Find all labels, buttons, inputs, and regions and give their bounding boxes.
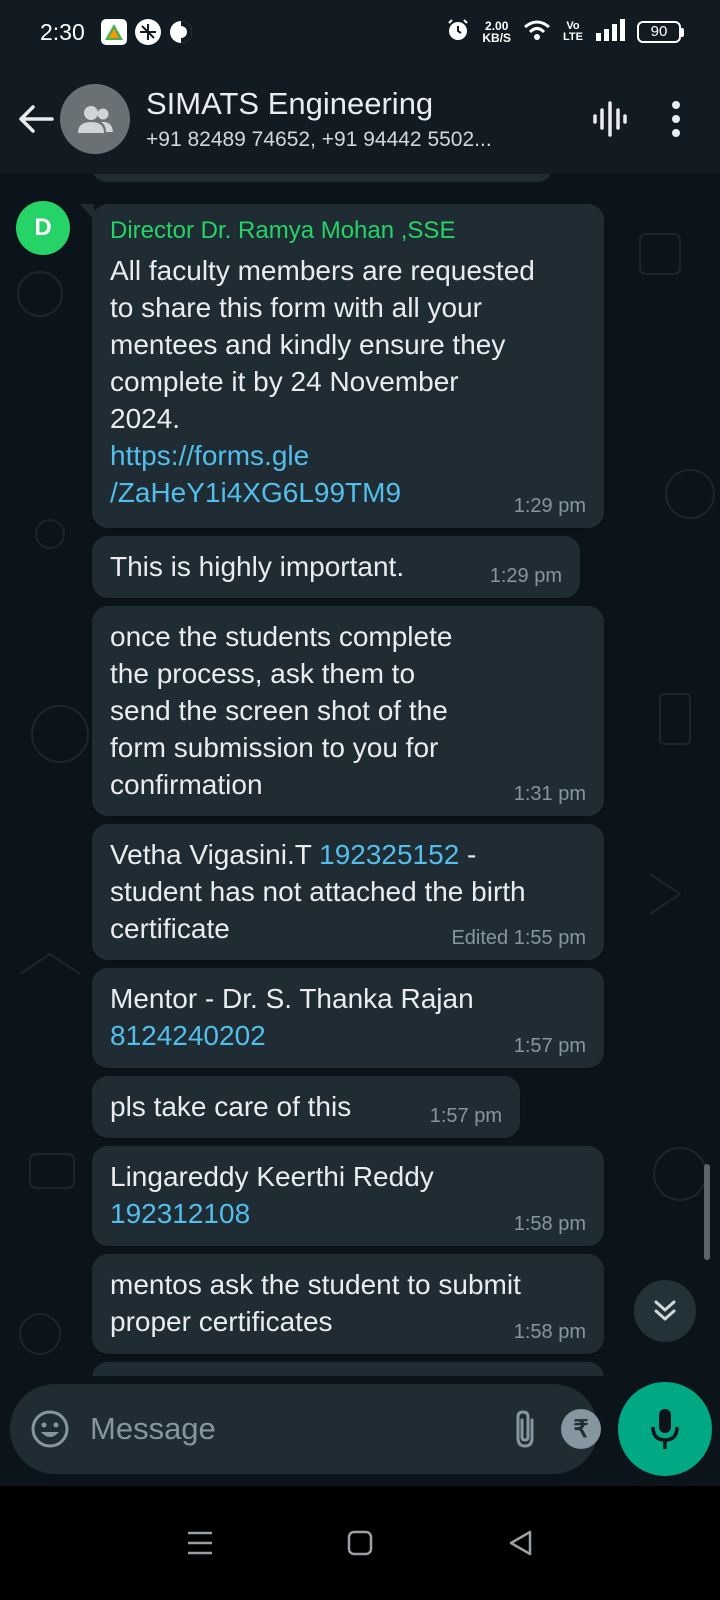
sender-name[interactable]: Director Dr. Ramya Mohan ,SSE bbox=[110, 216, 586, 246]
wifi-icon bbox=[523, 19, 551, 46]
scrollbar[interactable] bbox=[704, 1164, 710, 1260]
back-nav-button[interactable] bbox=[490, 1513, 550, 1573]
message-link[interactable]: 192325152 bbox=[319, 839, 459, 870]
audio-wave-icon bbox=[593, 101, 627, 137]
battery-icon: 90 bbox=[637, 21, 684, 43]
status-time: 2:30 bbox=[40, 18, 85, 45]
message-bubble[interactable]: pls take care of this 1:57 pm bbox=[92, 1076, 520, 1138]
voice-chat-button[interactable] bbox=[586, 95, 634, 143]
app-notification-icon bbox=[134, 19, 161, 45]
message-time: 1:29 pm bbox=[513, 495, 586, 517]
back-button[interactable] bbox=[16, 99, 56, 139]
composer: ₹ bbox=[0, 1376, 720, 1486]
chat-info[interactable]: SIMATS Engineering +91 82489 74652, +91 … bbox=[146, 86, 568, 152]
previous-message bbox=[92, 174, 552, 182]
double-chevron-down-icon bbox=[654, 1300, 676, 1321]
message-bubble[interactable]: Lingareddy Keerthi Reddy 192312108 1:58 … bbox=[92, 1146, 604, 1246]
status-bar: 2:30 2.00 KB/S Vo LTE 90 bbox=[0, 0, 720, 64]
message-list[interactable]: D Director Dr. Ramya Mohan ,SSE All facu… bbox=[0, 174, 720, 1392]
payment-button[interactable]: ₹ bbox=[561, 1405, 601, 1453]
notification-icons bbox=[100, 19, 193, 45]
message-input[interactable] bbox=[90, 1411, 489, 1447]
message-time: 1:57 pm bbox=[513, 1035, 586, 1057]
menu-icon bbox=[188, 1531, 212, 1555]
group-icon bbox=[78, 106, 113, 133]
more-vertical-icon bbox=[672, 101, 680, 137]
message-text: All faculty members are requested to sha… bbox=[110, 255, 535, 434]
group-name: SIMATS Engineering bbox=[146, 86, 434, 121]
network-speed: 2.00 KB/S bbox=[482, 19, 512, 45]
app-notification-icon bbox=[169, 20, 193, 44]
rupee-icon: ₹ bbox=[561, 1409, 601, 1449]
more-options-button[interactable] bbox=[652, 95, 700, 143]
system-navigation-bar bbox=[0, 1486, 720, 1600]
app-notification-icon bbox=[100, 19, 127, 45]
message-bubble[interactable]: This is highly important. 1:29 pm bbox=[92, 536, 580, 598]
recent-apps-button[interactable] bbox=[170, 1513, 230, 1573]
message-box: ₹ bbox=[10, 1384, 663, 1474]
voice-message-button[interactable] bbox=[618, 1382, 712, 1476]
group-avatar[interactable] bbox=[60, 84, 130, 154]
system-status: 2.00 KB/S Vo LTE 90 bbox=[446, 18, 684, 47]
message-bubble[interactable]: Mentor - Dr. S. Thanka Rajan 8124240202 … bbox=[92, 968, 604, 1068]
message-bubble[interactable]: Vetha Vigasini.T 192325152 - student has… bbox=[92, 824, 604, 960]
paperclip-icon bbox=[516, 1410, 534, 1448]
chat-header: SIMATS Engineering +91 82489 74652, +91 … bbox=[0, 64, 720, 174]
microphone-icon bbox=[651, 1409, 679, 1449]
message-bubble[interactable]: once the students complete the process, … bbox=[92, 606, 604, 816]
sender-avatar[interactable]: D bbox=[16, 201, 70, 255]
scroll-to-bottom-button[interactable] bbox=[634, 1280, 696, 1342]
message-time: 1:57 pm bbox=[429, 1105, 502, 1127]
triangle-back-icon bbox=[509, 1530, 532, 1556]
group-members: +91 82489 74652, +91 94442 5502... bbox=[146, 128, 492, 151]
home-button[interactable] bbox=[330, 1513, 390, 1573]
volte-indicator: Vo LTE bbox=[563, 20, 583, 43]
message-bubble[interactable]: Director Dr. Ramya Mohan ,SSE All facult… bbox=[80, 204, 604, 528]
emoji-button[interactable] bbox=[30, 1407, 70, 1451]
message-text: once the students complete the process, … bbox=[110, 621, 453, 800]
message-text: Mentor - Dr. S. Thanka Rajan bbox=[110, 983, 474, 1014]
signal-icon bbox=[595, 18, 625, 46]
message-bubble[interactable]: mentos ask the student to submit proper … bbox=[92, 1254, 604, 1354]
square-icon bbox=[347, 1530, 373, 1556]
message-time: Edited 1:55 pm bbox=[451, 927, 586, 949]
attach-button[interactable] bbox=[511, 1405, 539, 1453]
message-time: 1:31 pm bbox=[513, 783, 586, 805]
battery-level: 90 bbox=[637, 21, 681, 43]
message-time: 1:58 pm bbox=[513, 1213, 586, 1235]
message-time: 1:58 pm bbox=[513, 1321, 586, 1343]
message-text: Lingareddy Keerthi Reddy bbox=[110, 1161, 434, 1192]
alarm-icon bbox=[446, 18, 470, 47]
emoji-icon bbox=[31, 1410, 69, 1448]
back-arrow-icon bbox=[19, 105, 54, 133]
message-time: 1:29 pm bbox=[489, 565, 562, 587]
